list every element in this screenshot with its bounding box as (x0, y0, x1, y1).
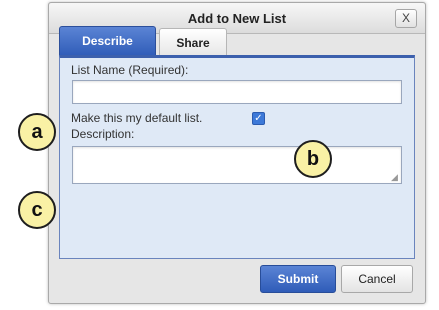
list-name-input[interactable] (72, 80, 402, 104)
list-name-label: List Name (Required): (71, 63, 189, 77)
describe-panel: List Name (Required): Make this my defau… (59, 55, 415, 259)
dialog-title: Add to New List (187, 11, 287, 26)
default-list-checkbox[interactable]: ✓ (252, 112, 265, 125)
cancel-button[interactable]: Cancel (341, 265, 413, 293)
submit-button[interactable]: Submit (260, 265, 336, 293)
tab-describe[interactable]: Describe (59, 26, 156, 56)
description-textarea[interactable] (72, 146, 402, 184)
resize-grip-icon[interactable]: ◢ (391, 173, 399, 182)
default-list-label: Make this my default list. (71, 111, 203, 125)
tab-share[interactable]: Share (159, 28, 227, 56)
callout-a: a (18, 113, 56, 151)
description-label: Description: (71, 127, 135, 141)
close-button[interactable]: X (395, 9, 417, 28)
add-to-new-list-dialog: Add to New List X Describe Share List Na… (48, 2, 426, 304)
callout-c: c (18, 191, 56, 229)
callout-b: b (294, 140, 332, 178)
